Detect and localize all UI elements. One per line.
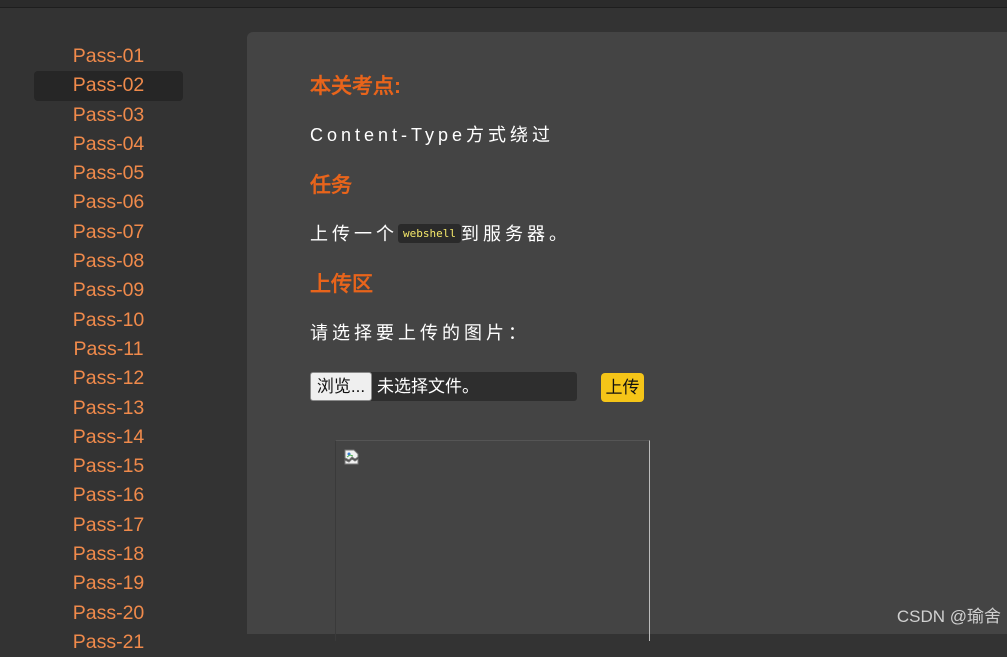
task-heading: 任务 [310, 169, 352, 199]
sidebar-item-pass-09[interactable]: Pass-09 [34, 276, 183, 305]
task-suffix: 到服务器。 [461, 224, 571, 244]
sidebar-item-pass-19[interactable]: Pass-19 [34, 569, 183, 598]
sidebar-item-pass-06[interactable]: Pass-06 [34, 188, 183, 217]
sidebar-item-pass-20[interactable]: Pass-20 [34, 599, 183, 628]
sidebar-item-pass-17[interactable]: Pass-17 [34, 511, 183, 540]
file-input[interactable]: 浏览... 未选择文件。 [310, 372, 577, 401]
sidebar-item-pass-15[interactable]: Pass-15 [34, 452, 183, 481]
sidebar-item-pass-14[interactable]: Pass-14 [34, 423, 183, 452]
upload-prompt: 请选择要上传的图片： [310, 319, 530, 345]
sidebar-item-pass-02[interactable]: Pass-02 [34, 71, 183, 100]
browse-button[interactable]: 浏览... [310, 372, 372, 401]
top-bar [0, 0, 1007, 8]
upload-heading: 上传区 [310, 268, 373, 298]
sidebar: Pass-01Pass-02Pass-03Pass-04Pass-05Pass-… [0, 8, 247, 634]
main-panel: 本关考点: Content-Type方式绕过 任务 上传一个webshell到服… [247, 32, 1007, 634]
task-text: 上传一个webshell到服务器。 [310, 220, 571, 246]
sidebar-item-pass-08[interactable]: Pass-08 [34, 247, 183, 276]
sidebar-item-pass-04[interactable]: Pass-04 [34, 130, 183, 159]
upload-button[interactable]: 上传 [601, 373, 644, 402]
sidebar-item-pass-18[interactable]: Pass-18 [34, 540, 183, 569]
key-point-heading: 本关考点: [310, 70, 401, 100]
sidebar-item-pass-03[interactable]: Pass-03 [34, 101, 183, 130]
sidebar-item-pass-07[interactable]: Pass-07 [34, 218, 183, 247]
image-preview [335, 440, 650, 641]
sidebar-item-pass-05[interactable]: Pass-05 [34, 159, 183, 188]
sidebar-item-pass-16[interactable]: Pass-16 [34, 481, 183, 510]
sidebar-item-pass-01[interactable]: Pass-01 [34, 42, 183, 71]
broken-image-icon [344, 449, 360, 465]
sidebar-nav: Pass-01Pass-02Pass-03Pass-04Pass-05Pass-… [34, 42, 183, 657]
watermark: CSDN @瑜舍 [897, 602, 1001, 627]
sidebar-item-pass-13[interactable]: Pass-13 [34, 394, 183, 423]
sidebar-item-pass-21[interactable]: Pass-21 [34, 628, 183, 657]
webshell-code: webshell [398, 224, 461, 243]
sidebar-item-pass-10[interactable]: Pass-10 [34, 306, 183, 335]
sidebar-item-pass-11[interactable]: Pass-11 [34, 335, 183, 364]
file-status: 未选择文件。 [377, 372, 479, 401]
task-prefix: 上传一个 [310, 224, 398, 244]
key-point-text: Content-Type方式绕过 [310, 121, 554, 147]
sidebar-item-pass-12[interactable]: Pass-12 [34, 364, 183, 393]
